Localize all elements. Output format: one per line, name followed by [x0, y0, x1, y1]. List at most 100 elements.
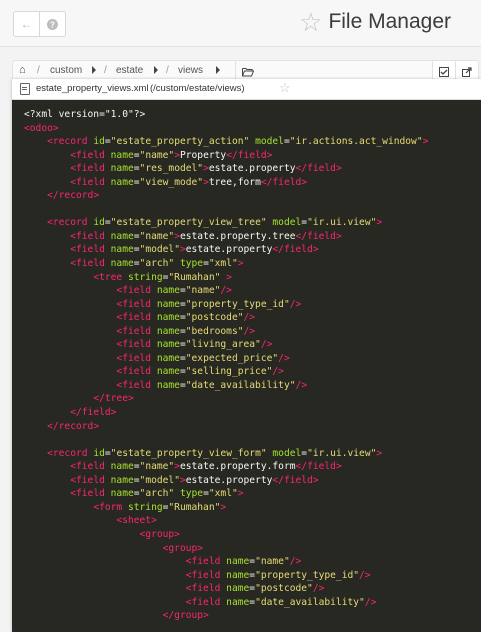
code-token: <record	[47, 447, 94, 459]
caret-right-icon[interactable]	[216, 66, 220, 74]
code-token: <field	[185, 556, 227, 568]
code-token: name	[110, 461, 134, 473]
code-token: </field>	[295, 230, 342, 242]
code-token: <field	[70, 163, 111, 175]
breadcrumb-item-custom[interactable]: custom	[50, 65, 82, 76]
code-token: <field	[70, 149, 111, 161]
code-line: </record>	[24, 189, 481, 203]
code-token: >	[376, 447, 383, 459]
code-token: name	[226, 583, 250, 595]
nav-button-group: ← ?	[13, 11, 66, 37]
code-token: >	[220, 501, 227, 513]
breadcrumb-separator: /	[37, 65, 40, 76]
star-icon[interactable]: ☆	[299, 9, 322, 35]
breadcrumb-item-estate[interactable]: estate	[116, 65, 143, 76]
code-token: "view_mode"	[139, 176, 204, 188]
code-token: />	[312, 583, 325, 595]
home-icon[interactable]: ⌂	[19, 64, 26, 76]
back-button[interactable]: ←	[14, 12, 39, 36]
code-token: </field>	[295, 461, 342, 473]
code-token: <field	[116, 366, 157, 378]
code-token: Property	[179, 149, 227, 161]
code-line: <?xml version="1.0"?>	[24, 108, 481, 122]
code-token: estate.property	[185, 474, 273, 486]
code-line: <field name="name"/>	[24, 555, 481, 569]
code-line: <record id="estate_property_view_tree" m…	[24, 216, 481, 230]
code-token: "res_model"	[139, 163, 204, 175]
code-line: <field name="postcode"/>	[24, 311, 481, 325]
code-token: "arch"	[139, 488, 175, 500]
code-token: />	[295, 379, 308, 391]
code-token: name	[110, 488, 134, 500]
code-token: name	[226, 556, 250, 568]
code-token: <field	[185, 596, 227, 608]
code-token: name	[110, 244, 134, 256]
help-button[interactable]: ?	[39, 12, 65, 36]
caret-right-icon[interactable]	[154, 66, 158, 74]
star-icon[interactable]: ☆	[279, 80, 291, 96]
code-token: name	[110, 176, 134, 188]
code-token: id	[93, 217, 105, 229]
code-token: type	[179, 258, 204, 270]
code-token: name	[156, 325, 180, 337]
code-token: name	[156, 312, 180, 324]
code-token: <group>	[162, 542, 204, 554]
code-token: <field	[116, 285, 157, 297]
code-token: <field	[116, 379, 157, 391]
code-line: </group>	[24, 609, 481, 623]
code-token: </field>	[70, 407, 117, 419]
breadcrumb-item-views[interactable]: views	[178, 65, 203, 76]
code-token: />	[260, 339, 273, 351]
code-token: "estate_property_action"	[110, 136, 250, 148]
code-token: />	[243, 325, 256, 337]
code-token: "ir.ui.view"	[307, 447, 377, 459]
code-line: <field name="name"/>	[24, 284, 481, 298]
code-line: <tree string="Rumahan" >	[24, 271, 481, 285]
code-token: type	[179, 488, 204, 500]
code-token: name	[110, 258, 134, 270]
code-token: name	[110, 474, 134, 486]
file-icon	[20, 83, 30, 95]
title-area: ☆ File Manager	[299, 9, 451, 35]
code-token: <record	[47, 136, 94, 148]
code-line: </tree>	[24, 392, 481, 406]
code-content[interactable]: <?xml version="1.0"?> <odoo> <record id="…	[12, 100, 481, 632]
code-token: "model"	[139, 244, 180, 256]
code-token: <field	[70, 230, 111, 242]
code-token: "ir.ui.view"	[307, 217, 377, 229]
code-token: <field	[70, 474, 111, 486]
code-token: />	[289, 556, 302, 568]
code-token: >	[237, 488, 244, 500]
code-token: </field>	[260, 176, 308, 188]
code-token: "name"	[255, 556, 290, 568]
code-token: </field>	[272, 474, 319, 486]
code-line: <field name="name">estate.property.tree<…	[24, 230, 481, 244]
code-token: </group>	[162, 610, 209, 622]
code-line: <field name="name">Property</field>	[24, 149, 481, 163]
code-token: name	[156, 366, 180, 378]
code-token: "name"	[139, 230, 175, 242]
caret-right-icon[interactable]	[92, 66, 96, 74]
code-token: "estate_property_view_tree"	[110, 217, 267, 229]
code-line: <record id="estate_property_view_form" m…	[24, 447, 481, 461]
code-token: </field>	[295, 163, 342, 175]
code-token: <field	[116, 298, 157, 310]
code-token: id	[93, 447, 105, 459]
code-token: />	[243, 312, 256, 324]
file-path: (/custom/estate/views)	[150, 83, 245, 94]
